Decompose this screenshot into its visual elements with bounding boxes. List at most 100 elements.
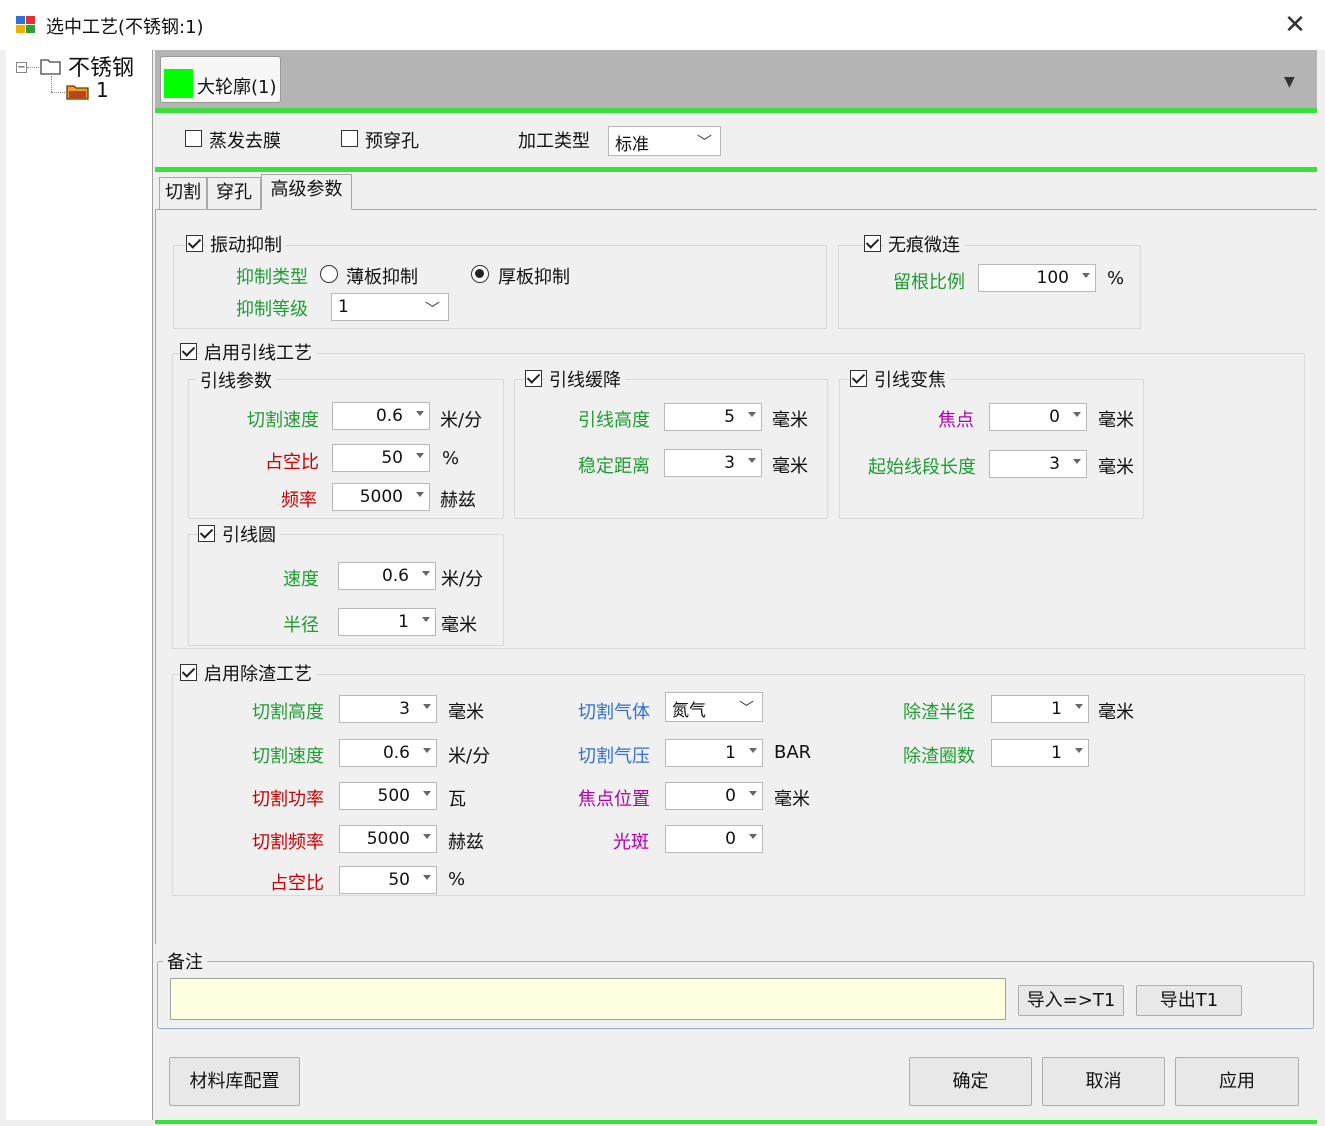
- pre-pierce-label: 预穿孔: [365, 131, 419, 152]
- tree-child[interactable]: 1: [96, 78, 109, 102]
- slag-checkbox[interactable]: [180, 664, 197, 681]
- leadin-slow-checkbox[interactable]: [525, 370, 542, 387]
- import-button[interactable]: 导入=>T1: [1018, 985, 1124, 1016]
- start-segment-label: 起始线段长度: [868, 457, 976, 478]
- window-title: 选中工艺(不锈钢:1): [46, 17, 204, 38]
- slag-title: 启用除渣工艺: [200, 660, 316, 686]
- folder-open-icon: [66, 85, 89, 100]
- leadin-circle-checkbox[interactable]: [198, 525, 215, 542]
- leadin-speed-unit: 米/分: [440, 410, 483, 431]
- pressure-label: 切割气压: [578, 746, 650, 767]
- thick-plate-radio[interactable]: [471, 265, 489, 283]
- seamless-title: 无痕微连: [884, 231, 964, 257]
- suppress-level-label: 抑制等级: [236, 299, 308, 320]
- leadin-duty-unit: %: [442, 448, 460, 469]
- leadin-height-input[interactable]: 5: [664, 403, 762, 431]
- slag-turns-label: 除渣圈数: [903, 746, 975, 767]
- leadin-focus-group: [839, 379, 1144, 519]
- leadin-freq-input[interactable]: 5000: [332, 483, 430, 511]
- slag-speed-input[interactable]: 0.6: [339, 739, 437, 767]
- focus-pos-unit: 毫米: [774, 789, 810, 810]
- suppress-level-select[interactable]: 1 ﹀: [331, 293, 449, 321]
- slag-turns-input[interactable]: 1: [991, 739, 1089, 767]
- folder-icon: [40, 59, 61, 75]
- tab-pierce[interactable]: 穿孔: [207, 177, 261, 209]
- leadin-duty-input[interactable]: 50: [332, 444, 430, 472]
- pressure-input[interactable]: 1: [665, 739, 763, 767]
- thin-plate-label: 薄板抑制: [346, 267, 418, 288]
- tab-cut[interactable]: 切割: [159, 177, 207, 209]
- process-type-select[interactable]: 标准 ﹀: [608, 126, 721, 156]
- thin-plate-radio[interactable]: [320, 265, 338, 283]
- gas-select[interactable]: 氮气 ﹀: [665, 692, 763, 722]
- circle-radius-label: 半径: [283, 615, 319, 636]
- focus-label: 焦点: [938, 410, 974, 431]
- vibration-checkbox[interactable]: [186, 235, 203, 252]
- cancel-button[interactable]: 取消: [1042, 1057, 1165, 1106]
- suppress-type-label: 抑制类型: [236, 267, 308, 288]
- circle-speed-unit: 米/分: [441, 569, 484, 590]
- leadin-focus-title: 引线变焦: [870, 366, 950, 392]
- leadin-circle-title: 引线圆: [218, 521, 280, 547]
- gas-label: 切割气体: [578, 702, 650, 723]
- circle-speed-label: 速度: [283, 569, 319, 590]
- slag-height-input[interactable]: 3: [339, 695, 437, 723]
- app-icon: [16, 16, 35, 33]
- slag-radius-input[interactable]: 1: [991, 695, 1089, 723]
- tab-big-contour-label: 大轮廓(1): [197, 77, 277, 98]
- spot-input[interactable]: 0: [665, 825, 763, 853]
- slag-height-unit: 毫米: [448, 702, 484, 723]
- circle-radius-unit: 毫米: [441, 615, 477, 636]
- leadin-params-title: 引线参数: [196, 367, 276, 393]
- options-row: [155, 113, 1317, 167]
- leadin-speed-input[interactable]: 0.6: [332, 402, 430, 430]
- close-icon[interactable]: ✕: [1278, 8, 1312, 42]
- evaporate-label: 蒸发去膜: [209, 131, 281, 152]
- leadin-checkbox[interactable]: [180, 343, 197, 360]
- ok-button[interactable]: 确定: [909, 1057, 1032, 1106]
- material-library-button[interactable]: 材料库配置: [169, 1057, 300, 1106]
- start-segment-input[interactable]: 3: [989, 450, 1087, 478]
- layer-color-swatch: [164, 69, 193, 98]
- leadin-focus-checkbox[interactable]: [850, 370, 867, 387]
- accent-bar: [155, 167, 1317, 172]
- apply-button[interactable]: 应用: [1175, 1057, 1299, 1106]
- leadin-speed-label: 切割速度: [247, 410, 319, 431]
- root-ratio-input[interactable]: 100: [978, 264, 1096, 292]
- slag-duty-unit: %: [448, 869, 466, 890]
- spot-label: 光斑: [613, 832, 649, 853]
- root-ratio-unit: %: [1107, 268, 1125, 289]
- slag-radius-unit: 毫米: [1098, 702, 1134, 723]
- vibration-title: 振动抑制: [206, 231, 286, 257]
- notes-textarea[interactable]: [170, 978, 1006, 1020]
- focus-input[interactable]: 0: [989, 403, 1087, 431]
- focus-pos-label: 焦点位置: [578, 789, 650, 810]
- slag-duty-label: 占空比: [270, 873, 324, 894]
- slag-power-unit: 瓦: [448, 789, 466, 810]
- focus-pos-input[interactable]: 0: [665, 782, 763, 810]
- pressure-unit: BAR: [774, 742, 812, 763]
- leadin-freq-unit: 赫兹: [440, 490, 476, 511]
- leadin-duty-label: 占空比: [265, 452, 319, 473]
- seamless-checkbox[interactable]: [864, 235, 881, 252]
- slag-freq-input[interactable]: 5000: [339, 825, 437, 853]
- leadin-freq-label: 频率: [281, 490, 317, 511]
- thick-plate-label: 厚板抑制: [498, 267, 570, 288]
- collapse-icon[interactable]: −: [16, 62, 27, 73]
- stable-dist-input[interactable]: 3: [664, 449, 762, 477]
- root-ratio-label: 留根比例: [893, 272, 965, 293]
- slag-power-input[interactable]: 500: [339, 782, 437, 810]
- evaporate-checkbox[interactable]: [185, 130, 202, 147]
- slag-power-label: 切割功率: [252, 789, 324, 810]
- tab-dropdown-icon[interactable]: ▼: [1284, 74, 1295, 90]
- circle-radius-input[interactable]: 1: [338, 608, 436, 636]
- slag-height-label: 切割高度: [252, 702, 324, 723]
- leadin-height-label: 引线高度: [578, 410, 650, 431]
- slag-duty-input[interactable]: 50: [339, 866, 437, 894]
- export-button[interactable]: 导出T1: [1136, 985, 1242, 1016]
- pre-pierce-checkbox[interactable]: [341, 130, 358, 147]
- tab-advanced[interactable]: 高级参数: [261, 174, 352, 210]
- stable-dist-unit: 毫米: [772, 456, 808, 477]
- leadin-height-unit: 毫米: [772, 410, 808, 431]
- circle-speed-input[interactable]: 0.6: [338, 562, 436, 590]
